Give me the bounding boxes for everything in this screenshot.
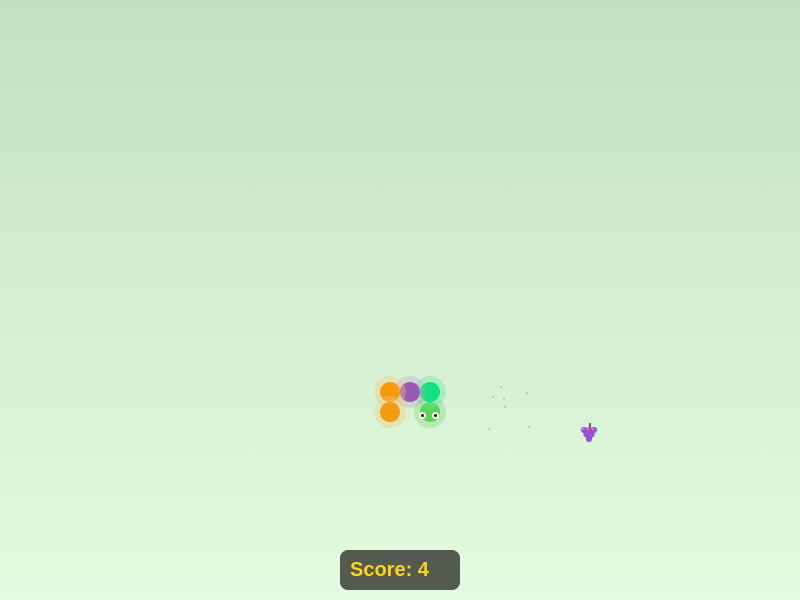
snake-eye-right <box>432 412 439 419</box>
grapes-icon <box>580 423 598 443</box>
particle <box>503 398 505 400</box>
particle <box>488 428 490 430</box>
particle <box>492 396 494 398</box>
score-panel: Score: 4 <box>340 550 460 590</box>
food-grapes <box>576 420 604 448</box>
particle <box>500 386 502 388</box>
game-screen: Score: 4 <box>0 0 800 600</box>
snake-eye-left <box>419 412 426 419</box>
snake-tail-segment <box>374 396 406 428</box>
game-board[interactable] <box>0 0 800 600</box>
particle <box>528 426 530 428</box>
score-label: Score: 4 <box>350 558 429 581</box>
particle <box>526 392 528 394</box>
particle <box>504 406 506 408</box>
